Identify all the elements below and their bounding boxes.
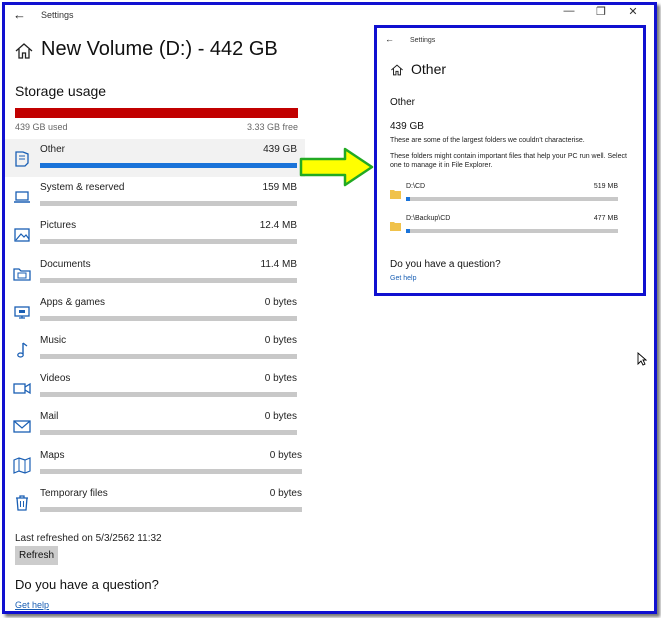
storage-total-bar xyxy=(15,108,298,118)
mail-icon xyxy=(13,420,31,433)
folder-size: 477 MB xyxy=(593,215,618,222)
category-apps-games[interactable]: Apps & games 0 bytes xyxy=(5,292,305,330)
category-usage-bar xyxy=(40,315,297,321)
category-size: 12.4 MB xyxy=(259,220,297,232)
other-icon xyxy=(15,151,29,167)
category-size: 439 GB xyxy=(263,144,297,155)
inset-question-heading: Do you have a question? xyxy=(390,259,501,270)
category-name: Maps xyxy=(40,449,65,461)
home-icon xyxy=(15,43,33,59)
category-name: Other xyxy=(40,144,66,155)
back-button[interactable]: ← xyxy=(13,7,26,22)
folder-icon xyxy=(390,190,401,199)
category-usage-bar xyxy=(40,277,297,283)
category-size: 0 bytes xyxy=(264,411,297,423)
home-icon xyxy=(391,64,403,76)
category-name: Apps & games xyxy=(40,296,106,308)
category-name: Temporary files xyxy=(40,487,108,499)
category-pictures[interactable]: Pictures 12.4 MB xyxy=(5,215,305,253)
maximize-button[interactable]: ❐ xyxy=(594,5,608,18)
category-size: 0 bytes xyxy=(264,373,297,385)
refresh-button[interactable]: Refresh xyxy=(15,546,58,565)
category-videos[interactable]: Videos 0 bytes xyxy=(5,368,305,406)
title-bar: ← Settings — ❐ ✕ xyxy=(5,5,654,27)
category-size: 11.4 MB xyxy=(260,258,298,270)
category-name: Mail xyxy=(40,411,59,423)
inset-back-button[interactable]: ← xyxy=(385,34,394,44)
storage-category-list: Other 439 GB System & reserved 159 MB Pi… xyxy=(5,139,305,521)
category-name: Documents xyxy=(40,258,91,270)
category-maps[interactable]: Maps 0 bytes xyxy=(5,445,305,483)
inset-total-size: 439 GB xyxy=(390,121,424,132)
category-usage-bar xyxy=(40,468,302,474)
storage-usage-heading: Storage usage xyxy=(15,83,107,99)
picture-icon xyxy=(14,228,30,243)
free-label: 3.33 GB free xyxy=(246,122,298,132)
category-temporary-files[interactable]: Temporary files 0 bytes xyxy=(5,483,305,521)
close-button[interactable]: ✕ xyxy=(626,5,640,18)
category-mail[interactable]: Mail 0 bytes xyxy=(5,406,305,444)
folder-size: 519 MB xyxy=(593,183,618,190)
folder-name: D:\Backup\CD xyxy=(406,215,451,222)
category-size: 0 bytes xyxy=(264,296,297,308)
category-usage-bar xyxy=(40,506,302,512)
category-other[interactable]: Other 439 GB xyxy=(5,139,305,178)
folder-item[interactable]: D:\Backup\CD 477 MB xyxy=(390,215,618,245)
documents-folder-icon xyxy=(13,267,31,281)
window-controls: — ❐ ✕ xyxy=(562,5,640,18)
folder-item[interactable]: D:\CD 519 MB xyxy=(390,183,618,213)
apps-icon xyxy=(14,306,30,319)
category-usage-bar xyxy=(40,239,297,245)
category-size: 0 bytes xyxy=(264,334,297,346)
question-heading: Do you have a question? xyxy=(15,577,159,592)
mouse-cursor-icon xyxy=(637,352,647,366)
window-title: Settings xyxy=(41,10,74,20)
category-size: 159 MB xyxy=(262,182,297,194)
folder-name: D:\CD xyxy=(406,183,426,190)
used-label: 439 GB used xyxy=(15,122,68,132)
get-help-link[interactable]: Get help xyxy=(15,600,49,610)
category-size: 0 bytes xyxy=(269,487,302,499)
category-documents[interactable]: Documents 11.4 MB xyxy=(5,254,305,292)
folder-usage-bar xyxy=(406,197,618,201)
category-usage-bar xyxy=(40,353,297,359)
category-name: Music xyxy=(40,334,67,346)
inset-window-title: Settings xyxy=(410,37,436,44)
category-name: Videos xyxy=(40,373,71,385)
page-title: New Volume (D:) - 442 GB xyxy=(41,38,278,60)
callout-arrow xyxy=(299,147,374,187)
category-name: Pictures xyxy=(40,220,77,232)
inset-heading: Other xyxy=(390,97,416,108)
inset-description-detail: These folders might contain important fi… xyxy=(390,153,627,169)
trash-icon xyxy=(16,495,28,511)
map-icon xyxy=(13,456,31,474)
category-usage-bar xyxy=(40,392,297,398)
last-refreshed-text: Last refreshed on 5/3/2562 11:32 xyxy=(15,533,162,544)
video-camera-icon xyxy=(13,382,31,395)
category-name: System & reserved xyxy=(40,182,125,194)
music-note-icon xyxy=(17,342,28,358)
category-system-reserved[interactable]: System & reserved 159 MB xyxy=(5,177,305,215)
category-music[interactable]: Music 0 bytes xyxy=(5,330,305,368)
folder-usage-bar xyxy=(406,229,618,233)
screenshot-frame: ← Settings — ❐ ✕ New Volume (D:) - 442 G… xyxy=(2,2,657,614)
inset-page-title: Other xyxy=(411,61,447,77)
category-size: 0 bytes xyxy=(269,449,302,461)
category-usage-bar xyxy=(40,430,297,436)
category-usage-bar xyxy=(40,163,297,168)
inset-description: These are some of the largest folders we… xyxy=(390,137,585,144)
minimize-button[interactable]: — xyxy=(562,5,576,18)
inset-get-help-link[interactable]: Get help xyxy=(390,275,416,282)
category-usage-bar xyxy=(40,201,297,207)
folder-icon xyxy=(390,222,401,231)
laptop-icon xyxy=(14,191,30,203)
other-detail-inset: ← Settings Other Other 439 GB These are … xyxy=(374,25,646,296)
